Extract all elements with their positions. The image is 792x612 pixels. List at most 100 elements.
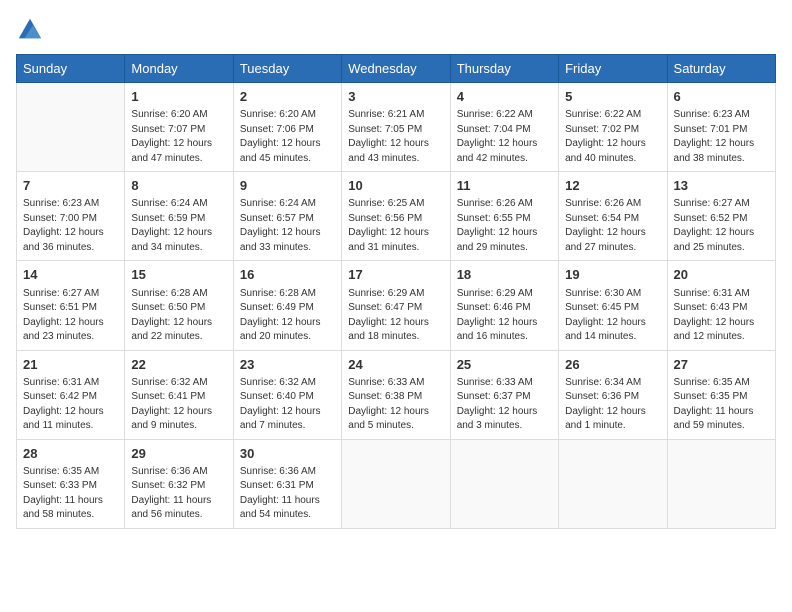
- day-number: 19: [565, 266, 660, 284]
- cell-info: Sunrise: 6:24 AMSunset: 6:59 PMDaylight:…: [131, 197, 226, 255]
- cell-info: Sunrise: 6:35 AMSunset: 6:35 PMDaylight:…: [674, 376, 769, 434]
- cell-info: Sunrise: 6:35 AMSunset: 6:33 PMDaylight:…: [23, 465, 118, 523]
- day-number: 16: [240, 266, 335, 284]
- weekday-header: Tuesday: [233, 55, 341, 83]
- calendar-cell: 6 Sunrise: 6:23 AMSunset: 7:01 PMDaylight…: [667, 83, 775, 172]
- weekday-header: Sunday: [17, 55, 125, 83]
- day-number: 15: [131, 266, 226, 284]
- day-number: 8: [131, 177, 226, 195]
- calendar-cell: [667, 439, 775, 528]
- day-number: 25: [457, 356, 552, 374]
- cell-info: Sunrise: 6:23 AMSunset: 7:00 PMDaylight:…: [23, 197, 118, 255]
- calendar-cell: 1 Sunrise: 6:20 AMSunset: 7:07 PMDaylight…: [125, 83, 233, 172]
- day-number: 4: [457, 88, 552, 106]
- cell-info: Sunrise: 6:33 AMSunset: 6:37 PMDaylight:…: [457, 376, 552, 434]
- calendar-cell: 29 Sunrise: 6:36 AMSunset: 6:32 PMDayligh…: [125, 439, 233, 528]
- day-number: 30: [240, 445, 335, 463]
- calendar-cell: [17, 83, 125, 172]
- day-number: 20: [674, 266, 769, 284]
- day-number: 5: [565, 88, 660, 106]
- calendar-cell: 20 Sunrise: 6:31 AMSunset: 6:43 PMDayligh…: [667, 261, 775, 350]
- calendar-cell: 25 Sunrise: 6:33 AMSunset: 6:37 PMDayligh…: [450, 350, 558, 439]
- calendar-cell: 5 Sunrise: 6:22 AMSunset: 7:02 PMDaylight…: [559, 83, 667, 172]
- cell-info: Sunrise: 6:27 AMSunset: 6:52 PMDaylight:…: [674, 197, 769, 255]
- day-number: 2: [240, 88, 335, 106]
- calendar-cell: 28 Sunrise: 6:35 AMSunset: 6:33 PMDayligh…: [17, 439, 125, 528]
- weekday-header: Wednesday: [342, 55, 450, 83]
- cell-info: Sunrise: 6:33 AMSunset: 6:38 PMDaylight:…: [348, 376, 443, 434]
- calendar-week-row: 21Sunrise: 6:31 AMSunset: 6:42 PMDayligh…: [17, 350, 776, 439]
- cell-info: Sunrise: 6:26 AMSunset: 6:54 PMDaylight:…: [565, 197, 660, 255]
- calendar-cell: 24 Sunrise: 6:33 AMSunset: 6:38 PMDayligh…: [342, 350, 450, 439]
- calendar-week-row: 28 Sunrise: 6:35 AMSunset: 6:33 PMDayligh…: [17, 439, 776, 528]
- cell-info: Sunrise: 6:31 AMSunset: 6:42 PMDaylight:…: [23, 376, 118, 434]
- cell-info: Sunrise: 6:23 AMSunset: 7:01 PMDaylight:…: [674, 108, 769, 166]
- calendar-cell: 2Sunrise: 6:20 AMSunset: 7:06 PMDaylight…: [233, 83, 341, 172]
- day-number: 28: [23, 445, 118, 463]
- calendar-cell: 26 Sunrise: 6:34 AMSunset: 6:36 PMDayligh…: [559, 350, 667, 439]
- cell-info: Sunrise: 6:28 AMSunset: 6:50 PMDaylight:…: [131, 287, 226, 345]
- logo-icon: [16, 16, 44, 44]
- weekday-header: Friday: [559, 55, 667, 83]
- calendar-week-row: 14 Sunrise: 6:27 AMSunset: 6:51 PMDayligh…: [17, 261, 776, 350]
- cell-info: Sunrise: 6:36 AMSunset: 6:31 PMDaylight:…: [240, 465, 335, 523]
- calendar-cell: 13 Sunrise: 6:27 AMSunset: 6:52 PMDayligh…: [667, 172, 775, 261]
- calendar-cell: 19 Sunrise: 6:30 AMSunset: 6:45 PMDayligh…: [559, 261, 667, 350]
- calendar-cell: 3 Sunrise: 6:21 AMSunset: 7:05 PMDaylight…: [342, 83, 450, 172]
- calendar-cell: 11 Sunrise: 6:26 AMSunset: 6:55 PMDayligh…: [450, 172, 558, 261]
- cell-info: Sunrise: 6:22 AMSunset: 7:02 PMDaylight:…: [565, 108, 660, 166]
- calendar-cell: 12 Sunrise: 6:26 AMSunset: 6:54 PMDayligh…: [559, 172, 667, 261]
- day-number: 13: [674, 177, 769, 195]
- calendar-cell: [559, 439, 667, 528]
- cell-info: Sunrise: 6:20 AMSunset: 7:07 PMDaylight:…: [131, 108, 226, 166]
- calendar-cell: 17Sunrise: 6:29 AMSunset: 6:47 PMDayligh…: [342, 261, 450, 350]
- calendar-cell: 27 Sunrise: 6:35 AMSunset: 6:35 PMDayligh…: [667, 350, 775, 439]
- calendar-cell: 7 Sunrise: 6:23 AMSunset: 7:00 PMDaylight…: [17, 172, 125, 261]
- cell-info: Sunrise: 6:34 AMSunset: 6:36 PMDaylight:…: [565, 376, 660, 434]
- day-number: 7: [23, 177, 118, 195]
- cell-info: Sunrise: 6:32 AMSunset: 6:41 PMDaylight:…: [131, 376, 226, 434]
- day-number: 29: [131, 445, 226, 463]
- calendar-cell: [450, 439, 558, 528]
- cell-info: Sunrise: 6:26 AMSunset: 6:55 PMDaylight:…: [457, 197, 552, 255]
- calendar-cell: 30 Sunrise: 6:36 AMSunset: 6:31 PMDayligh…: [233, 439, 341, 528]
- day-number: 27: [674, 356, 769, 374]
- day-number: 22: [131, 356, 226, 374]
- day-number: 11: [457, 177, 552, 195]
- day-number: 26: [565, 356, 660, 374]
- day-number: 24: [348, 356, 443, 374]
- day-number: 23: [240, 356, 335, 374]
- cell-info: Sunrise: 6:27 AMSunset: 6:51 PMDaylight:…: [23, 287, 118, 345]
- calendar-cell: [342, 439, 450, 528]
- day-number: 3: [348, 88, 443, 106]
- cell-info: Sunrise: 6:25 AMSunset: 6:56 PMDaylight:…: [348, 197, 443, 255]
- day-number: 12: [565, 177, 660, 195]
- page-header: [16, 16, 776, 44]
- day-number: 14: [23, 266, 118, 284]
- weekday-header: Monday: [125, 55, 233, 83]
- cell-info: Sunrise: 6:22 AMSunset: 7:04 PMDaylight:…: [457, 108, 552, 166]
- calendar-week-row: 1 Sunrise: 6:20 AMSunset: 7:07 PMDaylight…: [17, 83, 776, 172]
- cell-info: Sunrise: 6:29 AMSunset: 6:47 PMDaylight:…: [348, 287, 443, 345]
- cell-info: Sunrise: 6:36 AMSunset: 6:32 PMDaylight:…: [131, 465, 226, 523]
- cell-info: Sunrise: 6:30 AMSunset: 6:45 PMDaylight:…: [565, 287, 660, 345]
- calendar-cell: 16 Sunrise: 6:28 AMSunset: 6:49 PMDayligh…: [233, 261, 341, 350]
- cell-info: Sunrise: 6:28 AMSunset: 6:49 PMDaylight:…: [240, 287, 335, 345]
- calendar-cell: 15 Sunrise: 6:28 AMSunset: 6:50 PMDayligh…: [125, 261, 233, 350]
- cell-info: Sunrise: 6:21 AMSunset: 7:05 PMDaylight:…: [348, 108, 443, 166]
- calendar-cell: 10Sunrise: 6:25 AMSunset: 6:56 PMDayligh…: [342, 172, 450, 261]
- calendar-cell: 23Sunrise: 6:32 AMSunset: 6:40 PMDayligh…: [233, 350, 341, 439]
- day-number: 6: [674, 88, 769, 106]
- calendar-table: SundayMondayTuesdayWednesdayThursdayFrid…: [16, 54, 776, 529]
- day-number: 1: [131, 88, 226, 106]
- weekday-header: Thursday: [450, 55, 558, 83]
- cell-info: Sunrise: 6:29 AMSunset: 6:46 PMDaylight:…: [457, 287, 552, 345]
- day-number: 9: [240, 177, 335, 195]
- weekday-header-row: SundayMondayTuesdayWednesdayThursdayFrid…: [17, 55, 776, 83]
- calendar-cell: 18Sunrise: 6:29 AMSunset: 6:46 PMDayligh…: [450, 261, 558, 350]
- calendar-cell: 21Sunrise: 6:31 AMSunset: 6:42 PMDayligh…: [17, 350, 125, 439]
- logo: [16, 16, 48, 44]
- cell-info: Sunrise: 6:31 AMSunset: 6:43 PMDaylight:…: [674, 287, 769, 345]
- calendar-week-row: 7 Sunrise: 6:23 AMSunset: 7:00 PMDaylight…: [17, 172, 776, 261]
- weekday-header: Saturday: [667, 55, 775, 83]
